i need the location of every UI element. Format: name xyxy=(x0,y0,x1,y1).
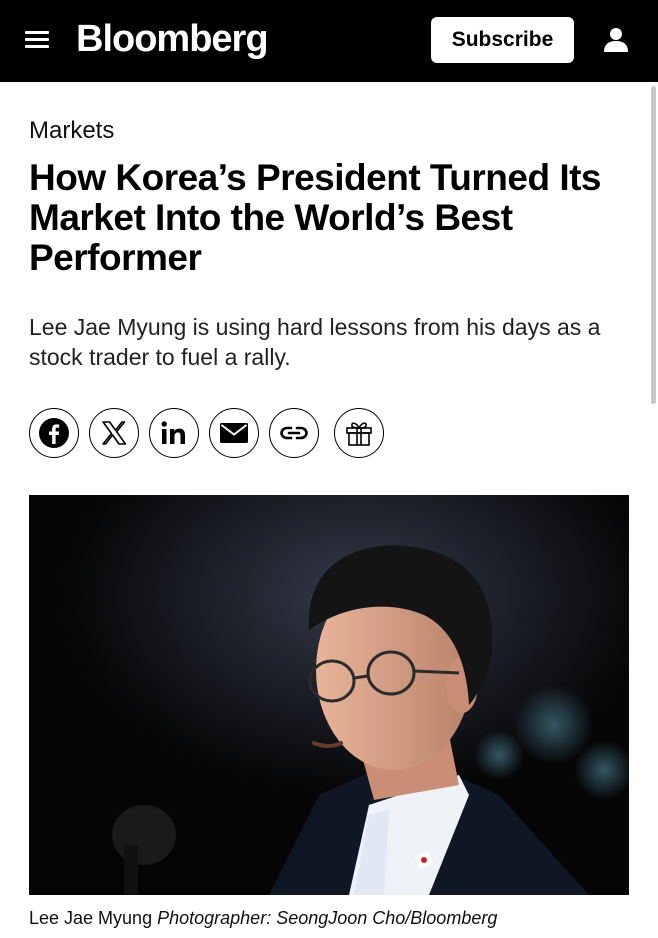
hamburger-menu-icon[interactable] xyxy=(25,28,51,52)
email-icon xyxy=(220,423,248,443)
copy-link-button[interactable] xyxy=(269,408,319,458)
article-headline: How Korea’s President Turned Its Market … xyxy=(29,157,602,278)
page-scrollbar[interactable] xyxy=(651,86,656,404)
facebook-icon xyxy=(39,418,69,448)
link-icon xyxy=(280,426,308,440)
hero-photo[interactable] xyxy=(29,495,629,895)
section-label[interactable]: Markets xyxy=(29,116,114,146)
president-portrait-illustration xyxy=(29,495,629,895)
linkedin-icon xyxy=(161,421,185,444)
article-dek: Lee Jae Myung is using hard lessons from… xyxy=(29,314,601,370)
bloomberg-logo[interactable]: Bloomberg xyxy=(76,16,269,62)
caption-text: Lee Jae Myung xyxy=(29,908,153,928)
photo-credit: Photographer: SeongJoon Cho/Bloomberg xyxy=(157,908,498,928)
subscribe-button[interactable]: Subscribe xyxy=(431,17,574,63)
share-linkedin-button[interactable] xyxy=(149,408,199,458)
share-email-button[interactable] xyxy=(209,408,259,458)
top-navigation-bar: Bloomberg Subscribe xyxy=(0,0,658,82)
share-x-button[interactable] xyxy=(89,408,139,458)
gift-article-button[interactable] xyxy=(334,408,384,458)
share-facebook-button[interactable] xyxy=(29,408,79,458)
share-toolbar xyxy=(29,408,389,460)
user-account-icon[interactable] xyxy=(604,27,628,53)
x-icon xyxy=(102,421,127,445)
photo-caption: Lee Jae Myung Photographer: SeongJoon Ch… xyxy=(29,906,649,930)
gift-icon xyxy=(346,422,372,446)
